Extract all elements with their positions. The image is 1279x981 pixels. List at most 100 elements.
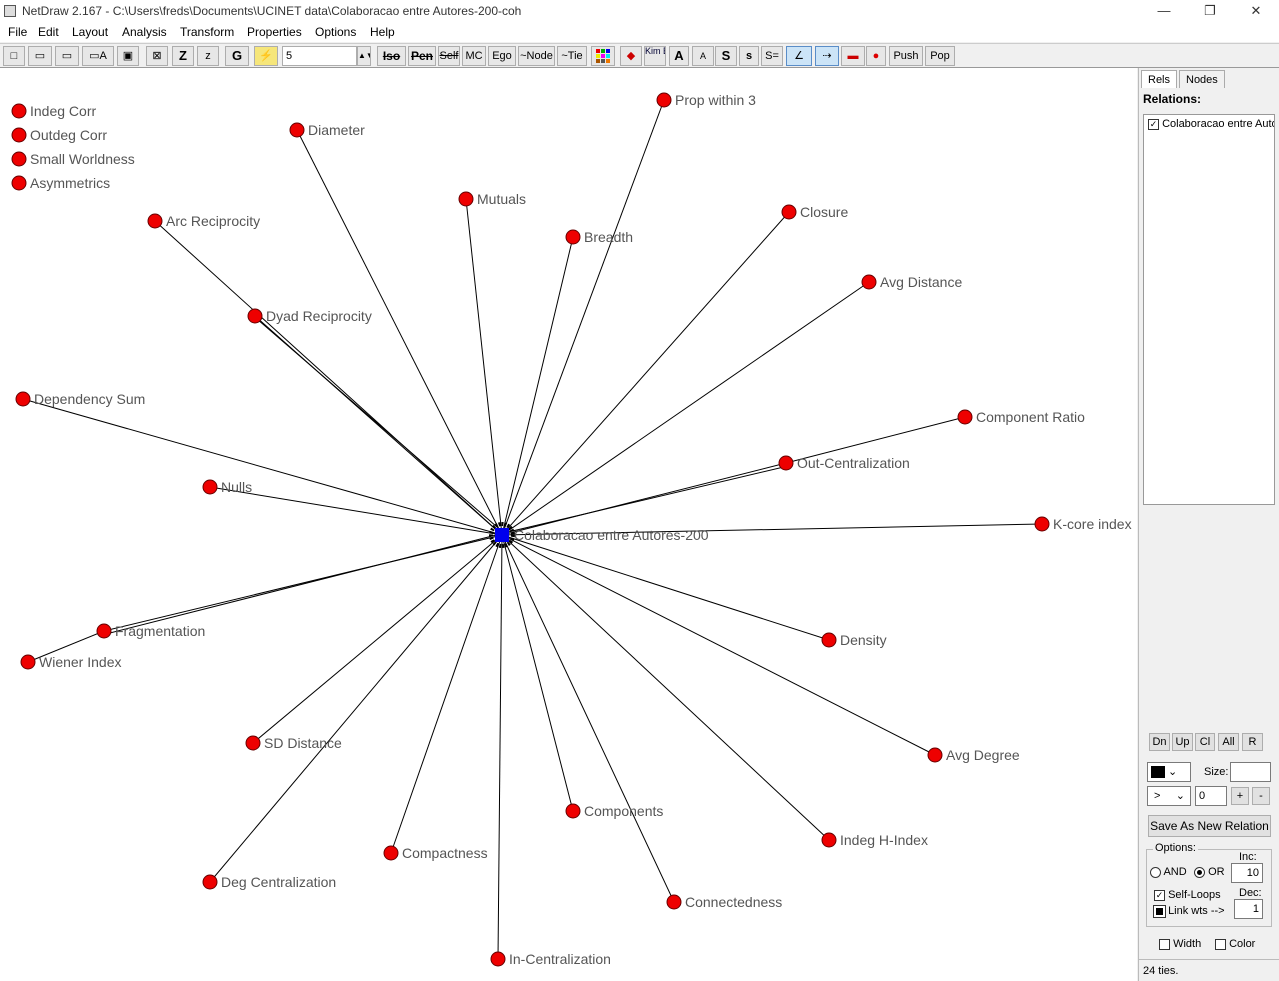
node-diameter[interactable]: [289, 122, 305, 138]
node-out-centralization[interactable]: [778, 455, 794, 471]
open-attributes-icon[interactable]: ▭A: [82, 46, 114, 66]
open-vna-icon[interactable]: ▭: [28, 46, 52, 66]
network-canvas[interactable]: Indeg Corr Outdeg Corr Small Worldness Asym…: [0, 68, 1137, 981]
relations-list[interactable]: ✓ Colaboracao entre Auto: [1143, 114, 1275, 505]
spin-arrows-icon[interactable]: ▲▼: [357, 46, 371, 66]
node-arc-reciprocity[interactable]: [147, 213, 163, 229]
node-small-worldness[interactable]: [11, 151, 27, 167]
new-file-icon[interactable]: □: [3, 46, 25, 66]
tie-avg-distance[interactable]: [501, 281, 870, 536]
self-loops-checkbox[interactable]: ✓: [1154, 889, 1165, 901]
center-node[interactable]: [495, 528, 509, 542]
tie-indeg-h-index[interactable]: [501, 534, 830, 841]
or-radio-indicator[interactable]: [1194, 866, 1205, 878]
node-density[interactable]: [821, 632, 837, 648]
node-shape-icon[interactable]: ◆: [620, 46, 642, 66]
and-radio-indicator[interactable]: [1150, 866, 1161, 878]
color-checkbox[interactable]: [1215, 938, 1226, 950]
inc-field[interactable]: 10: [1231, 863, 1263, 883]
node-prop-within-3[interactable]: [656, 92, 672, 108]
pop-button[interactable]: Pop: [925, 46, 955, 66]
node-indeg-corr[interactable]: [11, 103, 27, 119]
node-sd-distance[interactable]: [245, 735, 261, 751]
tie-toggle-button[interactable]: ~Tie: [557, 46, 587, 66]
tie-closure[interactable]: [501, 211, 790, 536]
node-k-core-index[interactable]: [1034, 516, 1050, 532]
node-closure[interactable]: [781, 204, 797, 220]
self-loops-option[interactable]: ✓ Self-Loops: [1154, 889, 1221, 901]
color-grid-icon[interactable]: [591, 46, 615, 66]
up-button[interactable]: Up: [1172, 733, 1193, 751]
tab-rels[interactable]: Rels: [1141, 70, 1178, 88]
all-button[interactable]: All: [1218, 733, 1239, 751]
tie-components[interactable]: [501, 534, 574, 812]
tie-diameter[interactable]: [296, 129, 503, 536]
tie-mutuals[interactable]: [465, 198, 503, 536]
tie-deg-centralization[interactable]: [209, 534, 503, 883]
node-breadth[interactable]: [565, 229, 581, 245]
main-component-button[interactable]: MC: [462, 46, 486, 66]
operator-dropdown[interactable]: > ⌄: [1147, 786, 1191, 806]
node-compactness[interactable]: [383, 845, 399, 861]
network-graph[interactable]: Indeg Corr Outdeg Corr Small Worldness Asym…: [0, 68, 1137, 981]
dec-field[interactable]: 1: [1234, 899, 1263, 919]
link-wts-option[interactable]: Link wts -->: [1153, 904, 1225, 918]
node-deg-centralization[interactable]: [202, 874, 218, 890]
menu-options[interactable]: Options: [315, 25, 356, 39]
menu-help[interactable]: Help: [370, 25, 395, 39]
open-folder-icon[interactable]: ▭: [55, 46, 79, 66]
node-asymmetrics[interactable]: [11, 175, 27, 191]
node-component-ratio[interactable]: [957, 409, 973, 425]
pendants-button[interactable]: Pen: [408, 46, 436, 66]
push-button[interactable]: Push: [889, 46, 923, 66]
tie-fragmentation[interactable]: [103, 534, 503, 632]
decrease-button[interactable]: -: [1252, 787, 1270, 805]
node-size-large-button[interactable]: S: [715, 46, 737, 66]
size-field[interactable]: [1230, 762, 1271, 782]
iterations-spinbox[interactable]: 5: [282, 46, 357, 66]
menu-file[interactable]: File: [8, 25, 27, 39]
label-size-large-button[interactable]: A: [669, 46, 689, 66]
save-as-new-relation-button[interactable]: Save As New Relation: [1148, 815, 1271, 837]
r-button[interactable]: R: [1242, 733, 1263, 751]
width-option[interactable]: Width: [1159, 938, 1201, 950]
menu-edit[interactable]: Edit: [38, 25, 59, 39]
lightning-icon[interactable]: ⚡: [254, 46, 278, 66]
minimize-button[interactable]: —: [1141, 0, 1187, 22]
node-indeg-h-index[interactable]: [821, 832, 837, 848]
menu-transform[interactable]: Transform: [180, 25, 234, 39]
node-wiener-index[interactable]: [20, 654, 36, 670]
zoom-in-button[interactable]: Z: [172, 46, 194, 66]
relation-checkbox[interactable]: ✓: [1148, 118, 1159, 130]
threshold-field[interactable]: 0: [1195, 786, 1227, 806]
curved-ties-icon[interactable]: ∠: [786, 46, 812, 66]
tie-prop-within-3[interactable]: [501, 99, 665, 536]
node-dependency-sum[interactable]: [15, 391, 31, 407]
node-avg-distance[interactable]: [861, 274, 877, 290]
node-dyad-reciprocity[interactable]: [247, 308, 263, 324]
increase-button[interactable]: +: [1231, 787, 1249, 805]
tab-nodes[interactable]: Nodes: [1179, 70, 1225, 88]
node-avg-degree[interactable]: [927, 747, 943, 763]
node-toggle-button[interactable]: ~Node: [518, 46, 555, 66]
down-button[interactable]: Dn: [1149, 733, 1170, 751]
tie-color-dropdown[interactable]: ⌄: [1147, 762, 1191, 782]
node-in-centralization[interactable]: [490, 951, 506, 967]
node-fragmentation[interactable]: [96, 623, 112, 639]
tie-nulls[interactable]: [209, 486, 503, 536]
tie-breadth[interactable]: [501, 236, 574, 536]
ego-button[interactable]: Ego: [488, 46, 516, 66]
close-button[interactable]: ✕: [1233, 0, 1279, 22]
self-loops-button[interactable]: Self: [438, 46, 460, 66]
tie-out-centralization-reverse[interactable]: [503, 465, 789, 534]
tie-compactness[interactable]: [390, 534, 503, 854]
tie-out-centralization[interactable]: [501, 462, 787, 536]
tie-in-centralization[interactable]: [497, 534, 503, 960]
save-image-icon[interactable]: ▣: [117, 46, 139, 66]
node-components[interactable]: [565, 803, 581, 819]
menu-analysis[interactable]: Analysis: [122, 25, 167, 39]
menu-properties[interactable]: Properties: [247, 25, 302, 39]
node-mutuals[interactable]: [458, 191, 474, 207]
node-connectedness[interactable]: [666, 894, 682, 910]
tie-density[interactable]: [501, 534, 830, 641]
